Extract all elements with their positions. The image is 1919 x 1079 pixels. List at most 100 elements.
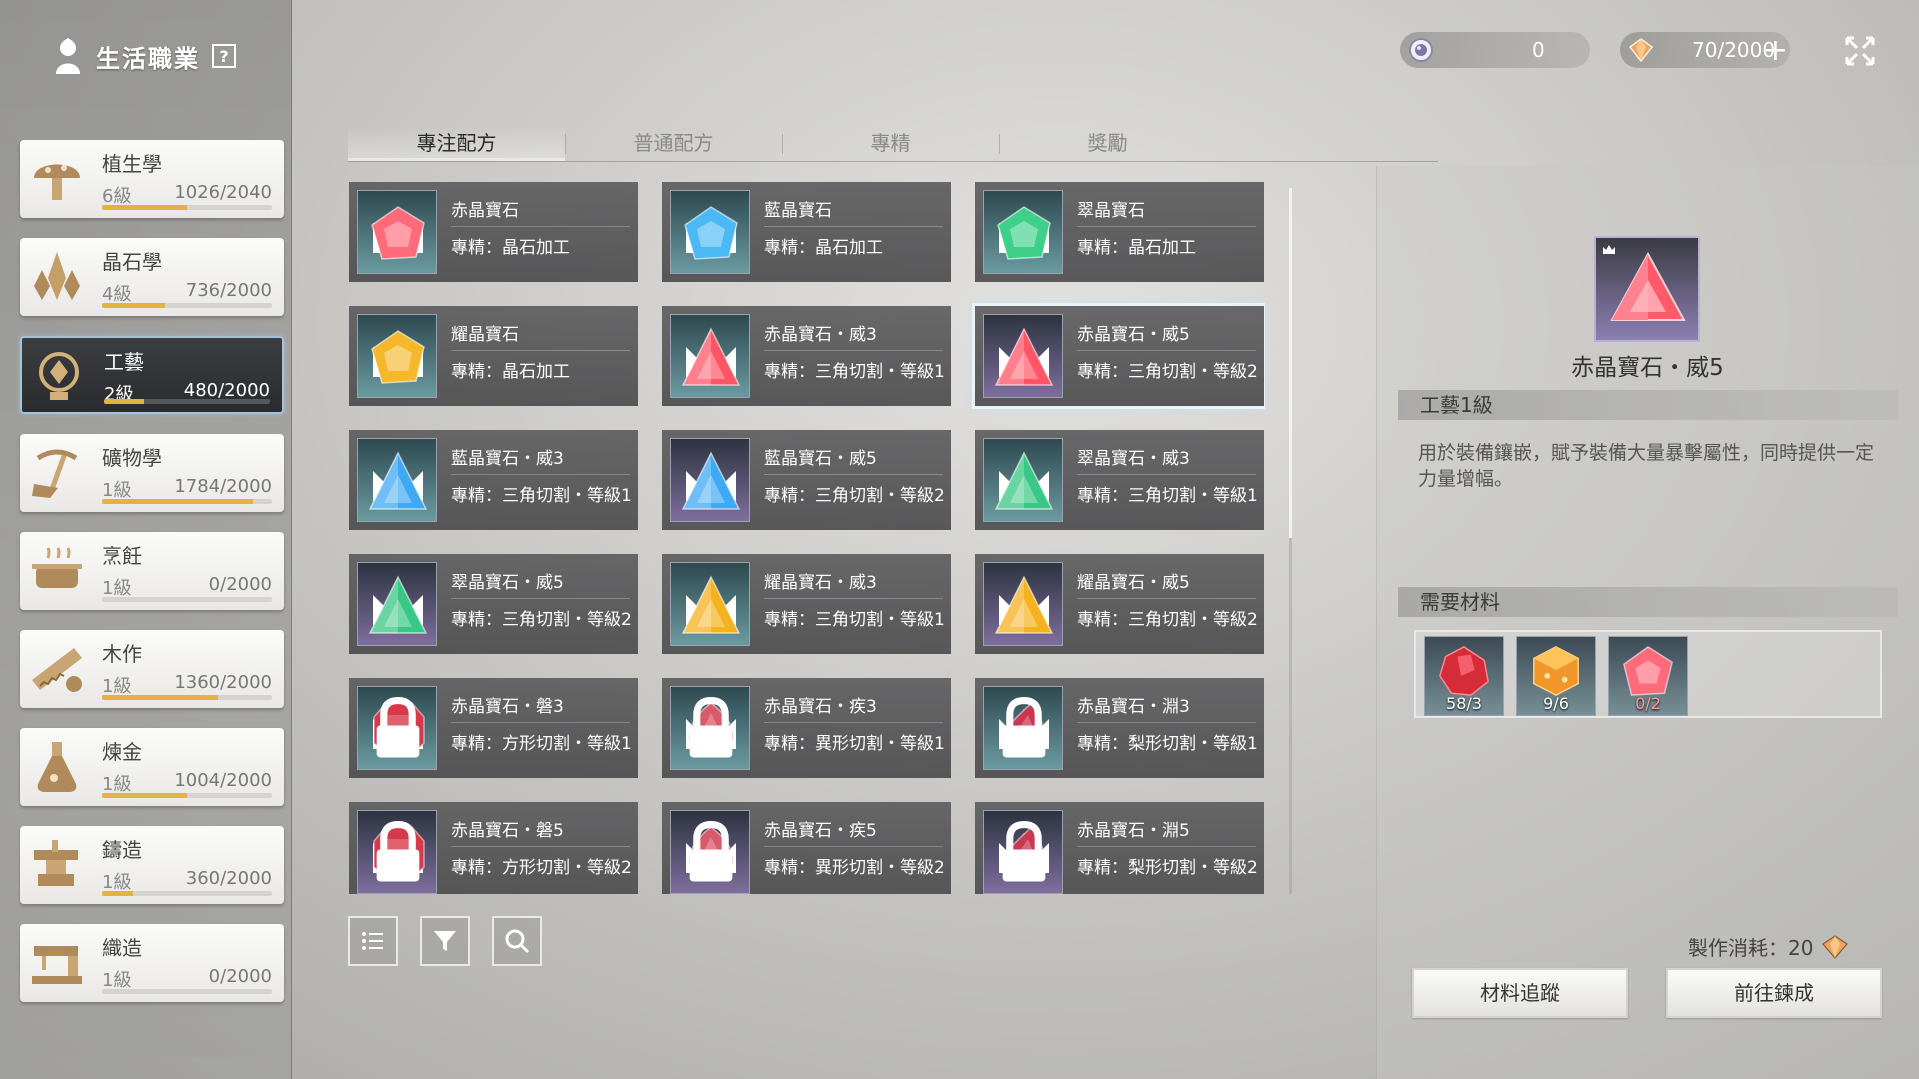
- sidebar-item-profession[interactable]: 織造 1級 0/2000: [20, 924, 284, 1002]
- recipe-name: 耀晶寶石・威3: [764, 573, 877, 593]
- divider: [764, 598, 943, 599]
- tab-focus-recipes[interactable]: 專注配方: [348, 126, 565, 161]
- recipe-requirement: 專精：三角切割・等級1: [764, 610, 945, 630]
- recipe-card[interactable]: 赤晶寶石・淵5 專精：梨形切割・等級2: [975, 802, 1264, 894]
- recipe-card[interactable]: 藍晶寶石・威5 專精：三角切割・等級2: [662, 430, 951, 530]
- red-ore-icon: [1439, 646, 1489, 696]
- saw-icon: [32, 648, 82, 692]
- sidebar-item-profession[interactable]: 工藝 2級 480/2000: [20, 336, 284, 414]
- collapse-icon[interactable]: [1843, 34, 1877, 68]
- recipe-thumbnail: [357, 438, 437, 522]
- profession-progress-bar: [102, 793, 272, 798]
- recipe-card[interactable]: 翠晶寶石・威5 專精：三角切割・等級2: [349, 554, 638, 654]
- tab-rewards[interactable]: 獎勵: [999, 126, 1216, 161]
- detail-title: 赤晶寶石・威5: [1571, 355, 1724, 381]
- sidebar-item-profession[interactable]: 煉金 1級 1004/2000: [20, 728, 284, 806]
- sidebar-item-profession[interactable]: 礦物學 1級 1784/2000: [20, 434, 284, 512]
- currency-orb-value: 0: [1532, 38, 1545, 62]
- profession-name: 晶石學: [102, 250, 162, 274]
- recipe-card[interactable]: 赤晶寶石・威5 專精：三角切割・等級2: [972, 303, 1265, 409]
- recipe-requirement: 專精：方形切割・等級1: [451, 734, 632, 754]
- recipe-requirement: 專精：晶石加工: [451, 362, 570, 382]
- profession-progress-bar: [102, 891, 272, 896]
- gem-icon: [681, 575, 741, 634]
- amber-cube-icon: [1533, 646, 1579, 696]
- gem-icon: [997, 206, 1051, 260]
- recipe-card[interactable]: 赤晶寶石・磐5 專精：方形切割・等級2: [349, 802, 638, 894]
- recipe-name: 藍晶寶石: [764, 201, 832, 221]
- profession-progress-bar: [102, 695, 272, 700]
- sidebar-item-profession[interactable]: 植生學 6級 1026/2040: [20, 140, 284, 218]
- recipe-name: 赤晶寶石・威5: [1077, 325, 1190, 345]
- lock-icon: [1002, 697, 1046, 758]
- flask-icon: [37, 742, 77, 792]
- recipe-card[interactable]: 赤晶寶石・疾5 專精：異形切割・等級2: [662, 802, 951, 894]
- recipe-requirement: 專精：三角切割・等級1: [764, 362, 945, 382]
- go-craft-button[interactable]: 前往鍊成: [1666, 968, 1882, 1018]
- recipe-card[interactable]: 赤晶寶石・磐3 專精：方形切割・等級1: [349, 678, 638, 778]
- recipe-thumbnail: [983, 686, 1063, 770]
- scrollbar-thumb[interactable]: [1289, 188, 1292, 538]
- recipe-card[interactable]: 耀晶寶石・威5 專精：三角切割・等級2: [975, 554, 1264, 654]
- add-energy-button[interactable]: +: [1763, 33, 1788, 68]
- gem-icon: [371, 330, 425, 384]
- mushroom-icon: [34, 164, 80, 200]
- profession-exp: 1360/2000: [174, 672, 272, 693]
- divider: [451, 598, 630, 599]
- energy-gem-icon: [1822, 934, 1849, 959]
- recipe-scrollbar[interactable]: [1289, 188, 1292, 894]
- sidebar-item-profession[interactable]: 烹飪 1級 0/2000: [20, 532, 284, 610]
- sidebar-item-profession[interactable]: 木作 1級 1360/2000: [20, 630, 284, 708]
- recipe-card[interactable]: 翠晶寶石・威3 專精：三角切割・等級1: [975, 430, 1264, 530]
- help-button[interactable]: ?: [212, 44, 236, 68]
- recipe-thumbnail: [357, 562, 437, 646]
- profession-name: 鑄造: [102, 838, 142, 862]
- grid-toolbar: [348, 916, 542, 966]
- recipe-card[interactable]: 赤晶寶石・淵3 專精：梨形切割・等級1: [975, 678, 1264, 778]
- recipe-card[interactable]: 赤晶寶石・威3 專精：三角切割・等級1: [662, 306, 951, 406]
- tab-normal-recipes[interactable]: 普通配方: [565, 126, 782, 161]
- recipe-requirement: 專精：三角切割・等級2: [451, 610, 632, 630]
- materials-header: 需要材料: [1398, 587, 1898, 617]
- currency-orb: 0: [1400, 32, 1590, 68]
- search-button[interactable]: [492, 916, 542, 966]
- recipe-card[interactable]: 藍晶寶石 專精：晶石加工: [662, 182, 951, 282]
- progress-fill: [104, 399, 144, 404]
- list-view-button[interactable]: [348, 916, 398, 966]
- material-slot[interactable]: 0/2: [1608, 636, 1688, 716]
- filter-button[interactable]: [420, 916, 470, 966]
- recipe-thumbnail: [983, 438, 1063, 522]
- recipe-card[interactable]: 赤晶寶石・疾3 專精：異形切割・等級1: [662, 678, 951, 778]
- tab-mastery[interactable]: 專精: [782, 126, 999, 161]
- recipe-name: 赤晶寶石・淵3: [1077, 697, 1190, 717]
- recipe-card[interactable]: 耀晶寶石・威3 專精：三角切割・等級1: [662, 554, 951, 654]
- recipe-card[interactable]: 翠晶寶石 專精：晶石加工: [975, 182, 1264, 282]
- recipe-name: 翠晶寶石・威5: [451, 573, 564, 593]
- profession-sidebar: 生活職業 ? 植生學 6級 1026/2040 晶石學 4級 736/2000 …: [0, 0, 292, 1079]
- lock-icon: [689, 821, 733, 882]
- gem-icon: [994, 575, 1054, 634]
- lock-icon: [376, 697, 420, 758]
- material-slot[interactable]: 9/6: [1516, 636, 1596, 716]
- material-tracking-button[interactable]: 材料追蹤: [1412, 968, 1628, 1018]
- recipe-name: 赤晶寶石・磐3: [451, 697, 564, 717]
- recipe-thumbnail: [983, 562, 1063, 646]
- sidebar-item-profession[interactable]: 鑄造 1級 360/2000: [20, 826, 284, 904]
- filter-icon: [434, 931, 456, 951]
- material-slot[interactable]: 58/3: [1424, 636, 1504, 716]
- sidebar-item-profession[interactable]: 晶石學 4級 736/2000: [20, 238, 284, 316]
- recipe-card[interactable]: 耀晶寶石 專精：晶石加工: [349, 306, 638, 406]
- profession-exp: 1004/2000: [174, 770, 272, 791]
- recipe-name: 耀晶寶石: [451, 325, 519, 345]
- orb-coin-icon: [1409, 38, 1433, 62]
- recipe-thumbnail: [983, 810, 1063, 894]
- recipe-card[interactable]: 赤晶寶石 專精：晶石加工: [349, 182, 638, 282]
- recipe-thumbnail: [983, 190, 1063, 274]
- recipe-requirement: 專精：梨形切割・等級2: [1077, 858, 1258, 878]
- divider: [1077, 474, 1256, 475]
- recipe-card[interactable]: 藍晶寶石・威3 專精：三角切割・等級1: [349, 430, 638, 530]
- profession-exp: 736/2000: [185, 280, 272, 301]
- sewing-machine-icon: [32, 946, 82, 984]
- gem-icon: [684, 206, 738, 260]
- recipe-name: 耀晶寶石・威5: [1077, 573, 1190, 593]
